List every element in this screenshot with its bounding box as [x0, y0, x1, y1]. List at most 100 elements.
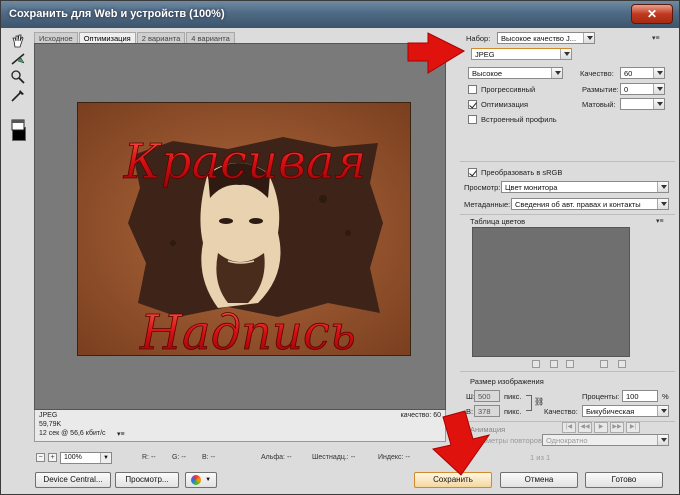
format-select[interactable]: JPEG [471, 48, 572, 60]
tab-optimized[interactable]: Оптимизация [78, 32, 136, 43]
lock-color-icon[interactable] [550, 360, 558, 368]
zoom-readout-bar: − + 100% ▼ R: -- G: -- B: -- Альфа: -- Ш… [34, 451, 446, 465]
tab-4-up[interactable]: 4 варианта [186, 32, 235, 43]
percent-input[interactable]: 100 [622, 390, 658, 402]
play-icon[interactable]: ▶ [594, 422, 608, 433]
chevron-down-icon [657, 406, 668, 416]
title-bar: Сохранить для Web и устройств (100%) ✕ [1, 1, 679, 28]
link-bracket [526, 395, 532, 411]
cancel-button[interactable]: Отмена [500, 472, 578, 488]
preset-value: Высокое качество J... [501, 34, 577, 43]
eyedropper-tool-icon[interactable] [9, 87, 27, 103]
preview-button[interactable]: Просмотр... [115, 472, 179, 488]
web-snap-icon[interactable] [566, 360, 574, 368]
zoom-select[interactable]: 100% ▼ [60, 452, 112, 464]
progressive-label: Прогрессивный [481, 85, 536, 94]
width-input[interactable]: 500 [474, 390, 500, 402]
metadata-select[interactable]: Сведения об авт. правах и контакты [511, 198, 669, 210]
zoom-value: 100% [64, 454, 82, 461]
matte-select[interactable] [620, 98, 665, 110]
looping-select[interactable]: Однократно [542, 434, 669, 446]
embed-icc-profile-label: Встроенный профиль [481, 115, 557, 124]
resample-quality-label: Качество: [544, 407, 578, 416]
tab-2-up[interactable]: 2 варианта [136, 32, 186, 43]
metadata-label: Метаданные: [464, 200, 511, 209]
metadata-value: Сведения об авт. правах и контакты [515, 200, 641, 209]
readout-b: B: -- [202, 454, 216, 461]
hand-tool-icon[interactable] [9, 33, 27, 49]
readout-hex: Шестнадц.: -- [312, 454, 356, 461]
bottom-caption: Надпись [139, 305, 356, 356]
blur-value: 0 [624, 85, 629, 94]
zoom-tool-icon[interactable] [9, 69, 27, 85]
preset-select[interactable]: Высокое качество J... [497, 32, 595, 44]
info-menu-icon[interactable]: ▾≡ [117, 430, 125, 438]
first-frame-icon[interactable]: |◀ [562, 422, 576, 433]
optimized-checkbox[interactable] [468, 100, 477, 109]
chain-link-icon[interactable]: ⛓ [534, 397, 544, 406]
map-color-icon[interactable] [532, 360, 540, 368]
panel-divider [460, 161, 675, 162]
panel-divider [460, 214, 675, 215]
annotation-arrow-format [407, 32, 466, 74]
percent-label: Проценты: [582, 392, 620, 401]
readout-g: G: -- [172, 454, 186, 461]
percent-sign: % [662, 392, 669, 401]
zoom-out-button[interactable]: − [36, 453, 45, 462]
tab-original[interactable]: Исходное [34, 32, 78, 43]
info-download-time: 12 сек @ 56,6 кбит/с [39, 430, 106, 437]
quality-input[interactable]: 60 [620, 67, 665, 79]
embed-icc-profile-checkbox[interactable] [468, 115, 477, 124]
close-button[interactable]: ✕ [631, 4, 673, 24]
chevron-down-icon [583, 33, 594, 43]
color-table[interactable] [472, 227, 630, 357]
last-frame-icon[interactable]: ▶| [626, 422, 640, 433]
blur-input[interactable]: 0 [620, 83, 665, 95]
preview-mode-label: Просмотр: [464, 183, 501, 192]
color-table-menu-icon[interactable]: ▾≡ [656, 217, 664, 225]
toggle-slices-icon[interactable] [9, 117, 27, 133]
quality-level-value: Высокое [472, 69, 503, 78]
chevron-down-icon [657, 199, 668, 209]
preview-image: Красивая Надпись [77, 102, 411, 356]
new-color-icon[interactable] [600, 360, 608, 368]
height-unit: пикс. [504, 407, 522, 416]
convert-srgb-label: Преобразовать в sRGB [481, 168, 563, 177]
optimization-info-bar: JPEG 59,79K 12 сек @ 56,6 кбит/с ▾≡ каче… [34, 410, 446, 442]
device-central-button[interactable]: Device Central... [35, 472, 111, 488]
matte-label: Матовый: [582, 100, 616, 109]
done-button[interactable]: Готово [585, 472, 663, 488]
readout-r: R: -- [142, 454, 156, 461]
preview-area[interactable]: Красивая Надпись [34, 43, 446, 410]
zoom-in-button[interactable]: + [48, 453, 57, 462]
image-size-heading: Размер изображения [470, 377, 544, 386]
panel-menu-icon[interactable]: ▾≡ [652, 34, 660, 42]
browser-preview-button[interactable]: ▼ [185, 472, 217, 488]
readout-alpha: Альфа: -- [261, 454, 292, 461]
preset-label: Набор: [466, 34, 491, 43]
info-file-size: 59,79K [39, 421, 62, 428]
chevron-down-icon [653, 99, 664, 109]
prev-frame-icon[interactable]: ◀◀ [578, 422, 592, 433]
chevron-down-icon [560, 49, 571, 59]
save-for-web-dialog: Сохранить для Web и устройств (100%) ✕ И… [0, 0, 680, 495]
chevron-down-icon: ▼ [205, 477, 212, 483]
preview-mode-select[interactable]: Цвет монитора [501, 181, 669, 193]
quality-level-select[interactable]: Высокое [468, 67, 563, 79]
next-frame-icon[interactable]: ▶▶ [610, 422, 624, 433]
slice-select-tool-icon[interactable] [9, 51, 27, 67]
quality-value: 60 [624, 69, 633, 78]
quality-label: Качество: [580, 69, 614, 78]
readout-index: Индекс: -- [378, 454, 411, 461]
format-value: JPEG [475, 50, 495, 59]
progressive-checkbox[interactable] [468, 85, 477, 94]
resample-quality-select[interactable]: Бикубическая [582, 405, 669, 417]
trash-icon[interactable] [618, 360, 626, 368]
resample-quality-value: Бикубическая [586, 407, 635, 416]
color-table-label: Таблица цветов [470, 217, 526, 226]
chevron-down-icon [657, 182, 668, 192]
looping-value: Однократно [546, 436, 588, 445]
convert-srgb-checkbox[interactable] [468, 168, 477, 177]
annotation-arrow-save [431, 410, 491, 476]
optimization-settings-panel: Набор: Высокое качество J... ▾≡ JPEG Выс… [460, 29, 675, 469]
